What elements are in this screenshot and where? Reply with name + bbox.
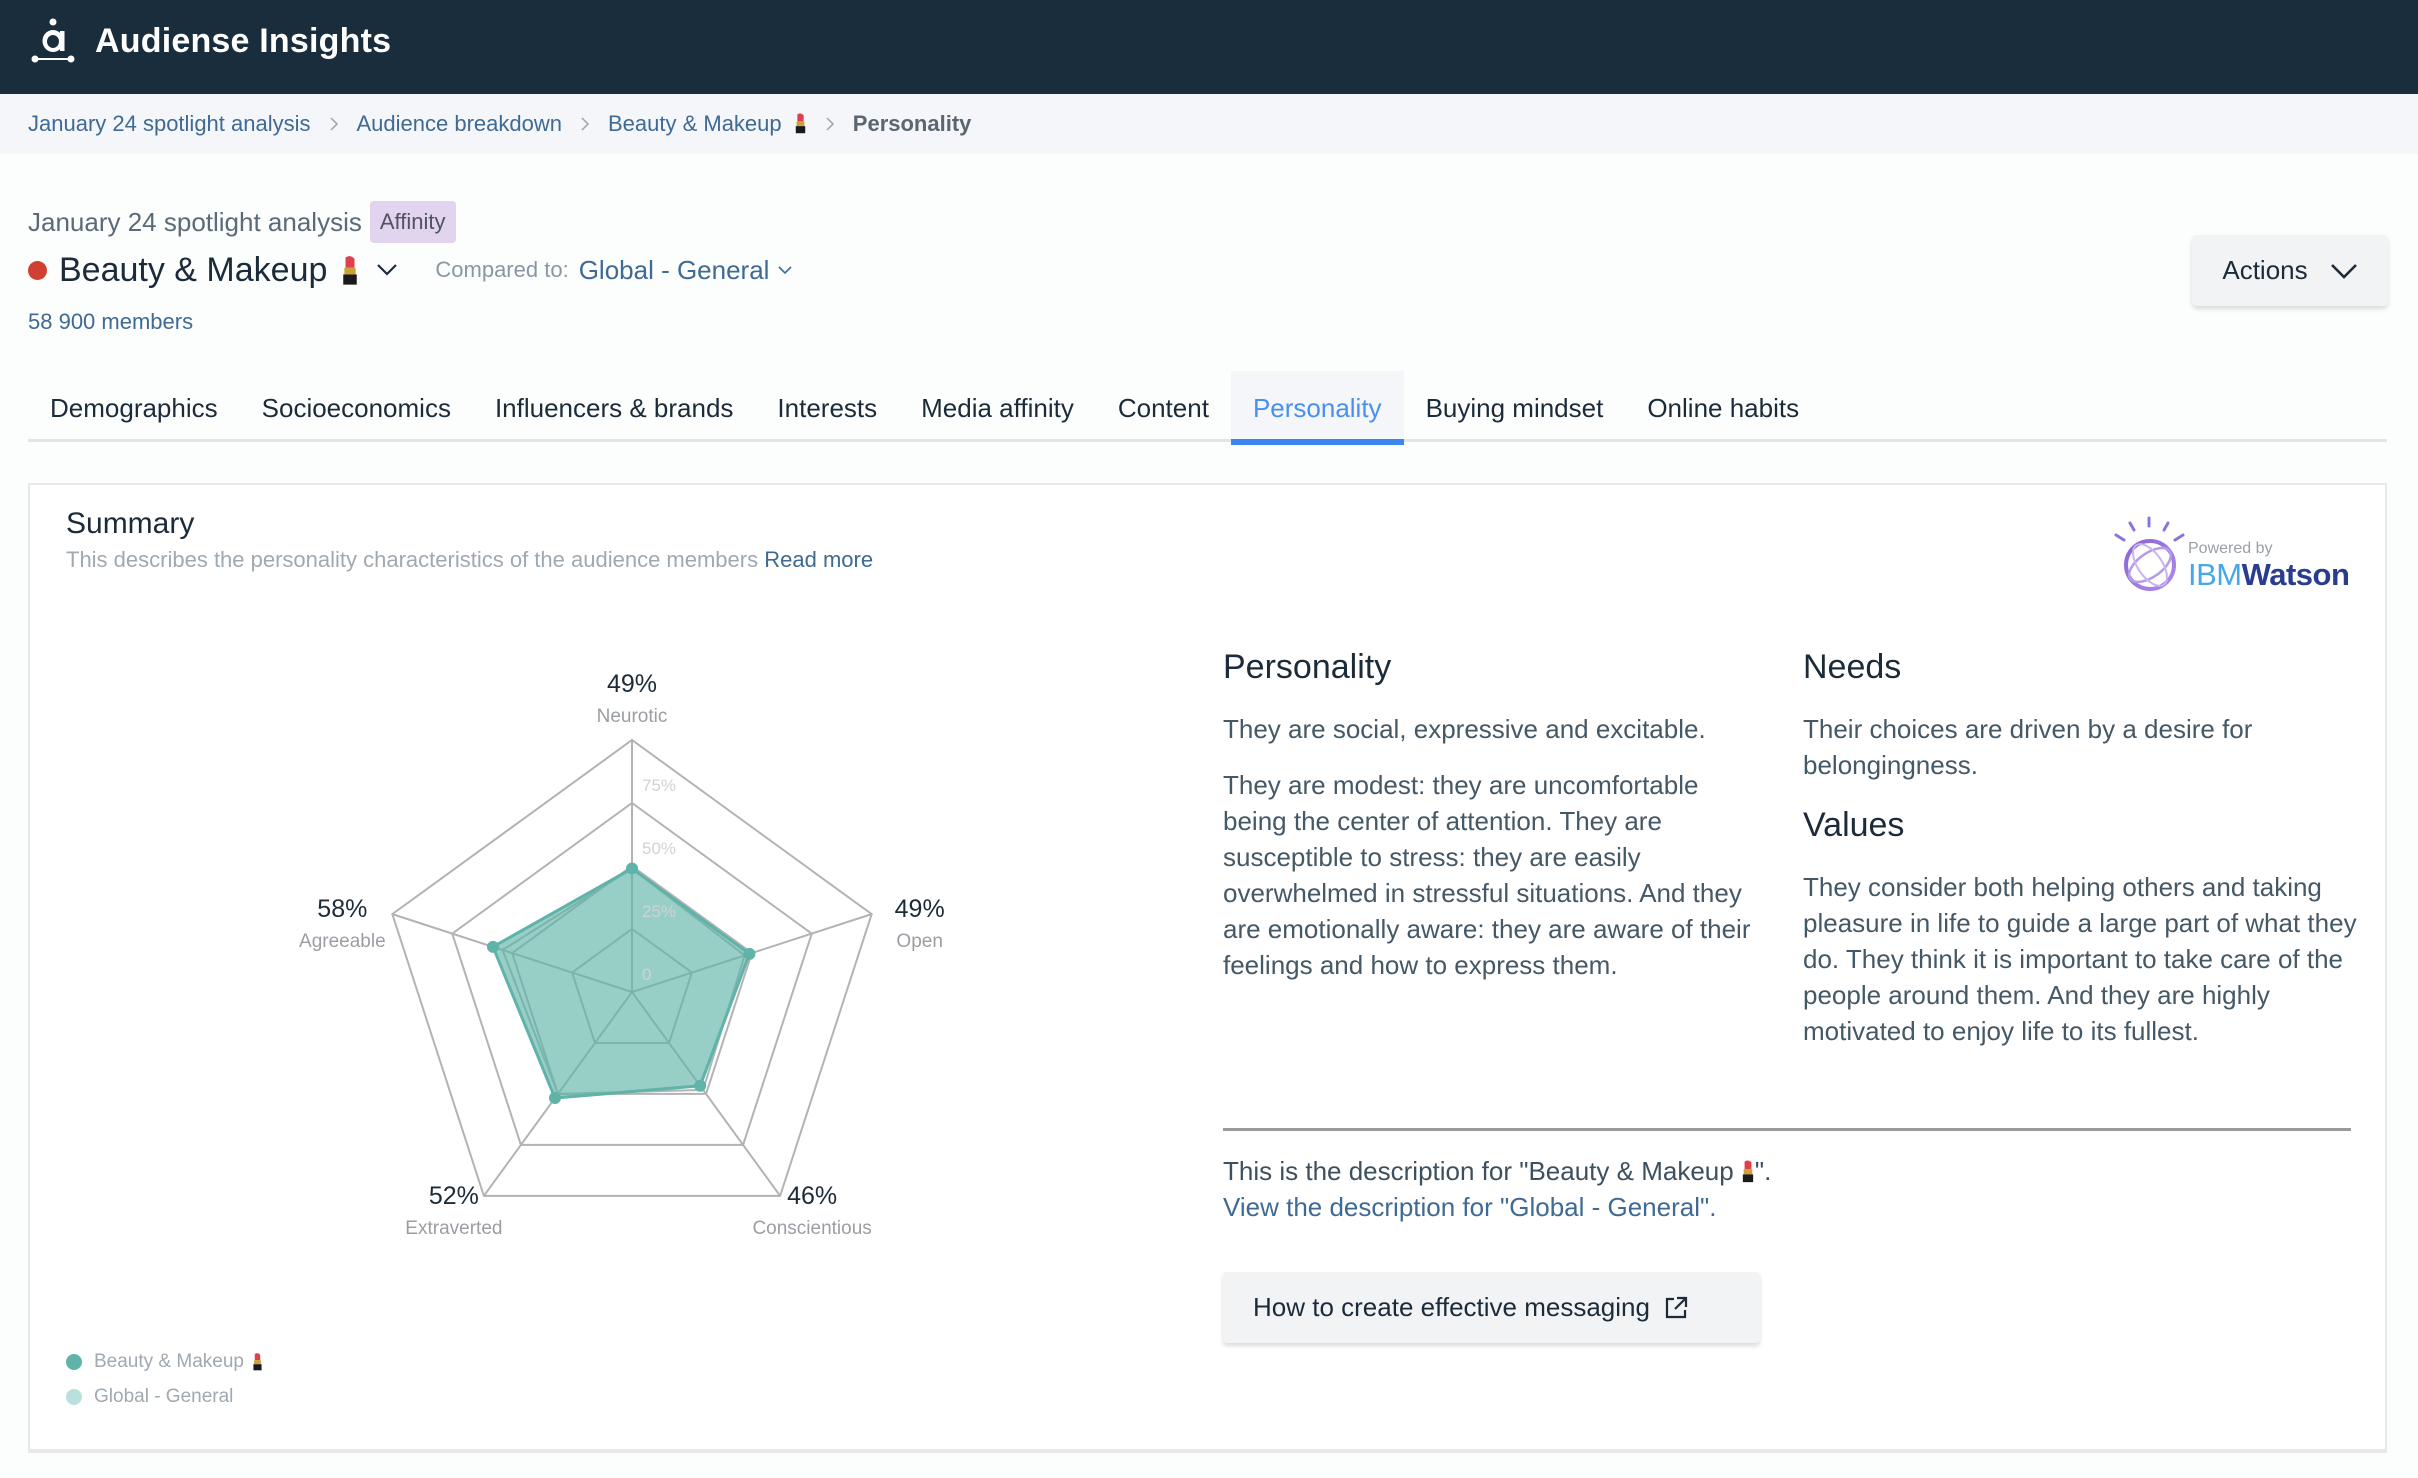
needs-body: Their choices are driven by a desire for… xyxy=(1803,714,2253,780)
values-body: They consider both helping others and ta… xyxy=(1803,872,2357,1046)
compared-to-value: Global - General xyxy=(578,254,770,285)
summary-card: Summary This describes the personality c… xyxy=(28,483,2387,1453)
radar-data-point xyxy=(548,1092,561,1105)
tab-media-affinity[interactable]: Media affinity xyxy=(899,371,1096,445)
radar-ring-label: 25% xyxy=(642,902,676,921)
analysis-name-text: January 24 spotlight analysis xyxy=(28,206,362,237)
radar-axis-label: Extraverted xyxy=(405,1218,502,1239)
radar-value-label: 46% xyxy=(787,1182,837,1210)
legend-dot-global-general xyxy=(66,1388,82,1405)
lipstick-icon xyxy=(1742,1160,1754,1183)
breadcrumb: January 24 spotlight analysis Audience b… xyxy=(0,94,2418,154)
chevron-right-icon xyxy=(329,115,339,133)
members-count: 58 900 members xyxy=(28,309,194,334)
legend-label: Beauty & Makeup xyxy=(94,1350,244,1372)
segment-color-dot xyxy=(28,260,47,280)
radar-data-point xyxy=(694,1079,707,1092)
lipstick-icon xyxy=(795,113,805,134)
view-global-description-link[interactable]: View the description for "Global - Gener… xyxy=(1223,1189,1716,1225)
personality-paragraph: They are social, expressive and excitabl… xyxy=(1223,714,1706,744)
needs-values-section: Needs Their choices are driven by a desi… xyxy=(1803,645,2363,1069)
legend-dot-beauty-makeup xyxy=(66,1353,82,1370)
radar-data-point xyxy=(486,940,499,953)
values-heading: Values xyxy=(1803,806,1905,844)
personality-section: Personality They are social, expressive … xyxy=(1223,645,1763,1003)
description-suffix: ". xyxy=(1754,1156,1772,1186)
chart-legend: Beauty & Makeup Global - General xyxy=(66,1344,263,1414)
radar-axis-label: Agreeable xyxy=(299,931,386,952)
app-title: Audiense Insights xyxy=(95,22,392,60)
segment-title-row: Beauty & Makeup Compared to: Global - Ge… xyxy=(28,246,793,294)
lipstick-icon xyxy=(343,256,358,285)
current-description-note: This is the description for "Beauty & Ma… xyxy=(1223,1153,1771,1189)
breadcrumb-segment[interactable]: Beauty & Makeup xyxy=(608,111,807,137)
tab-buying-mindset[interactable]: Buying mindset xyxy=(1404,371,1626,445)
chevron-down-icon xyxy=(2330,263,2357,279)
legend-item-global-general[interactable]: Global - General xyxy=(66,1379,263,1414)
actions-label: Actions xyxy=(2222,255,2308,285)
radar-axis-label: Neurotic xyxy=(597,706,668,727)
legend-item-beauty-makeup[interactable]: Beauty & Makeup xyxy=(66,1344,263,1379)
chevron-down-icon xyxy=(778,266,793,275)
chevron-right-icon xyxy=(825,115,835,133)
radar-data-point xyxy=(743,947,756,960)
tab-online-habits[interactable]: Online habits xyxy=(1625,371,1821,445)
personality-paragraph: They are modest: they are uncomfortable … xyxy=(1223,770,1751,980)
actions-button[interactable]: Actions xyxy=(2192,235,2388,306)
watson-ibm-text: IBM xyxy=(2188,557,2242,592)
segment-dropdown-chevron-icon[interactable] xyxy=(375,262,399,278)
radar-ring-label: 50% xyxy=(642,839,676,858)
description-prefix: This is the description for "Beauty & Ma… xyxy=(1223,1156,1741,1186)
watson-name-text: Watson xyxy=(2241,557,2350,592)
tab-content[interactable]: Content xyxy=(1096,371,1231,445)
effective-messaging-label: How to create effective messaging xyxy=(1253,1292,1650,1322)
watson-powered-by: Powered by xyxy=(2188,540,2273,557)
breadcrumb-audience-breakdown[interactable]: Audience breakdown xyxy=(357,111,562,137)
radar-value-label: 49% xyxy=(895,895,945,923)
watson-brand: IBMWatson xyxy=(2188,557,2350,593)
radar-axis-label: Open xyxy=(896,931,942,952)
effective-messaging-button[interactable]: How to create effective messaging xyxy=(1223,1272,1760,1343)
radar-value-label: 49% xyxy=(607,670,657,698)
ibm-watson-logo: Powered by IBMWatson xyxy=(2108,515,2358,597)
radar-ring-label: 75% xyxy=(642,776,676,795)
section-tabs: Demographics Socioeconomics Influencers … xyxy=(28,368,2387,445)
top-bar: Audiense Insights xyxy=(0,0,2418,94)
personality-radar-chart: 0 25% 50% 75% 49% Neurotic 49% Open 46% Conscient… xyxy=(299,670,945,1239)
radar-data-point xyxy=(626,862,638,875)
section-divider xyxy=(1223,1128,2351,1131)
lipstick-icon xyxy=(253,1353,262,1371)
tab-demographics[interactable]: Demographics xyxy=(28,371,240,445)
radar-value-label: 52% xyxy=(429,1182,479,1210)
tab-interests[interactable]: Interests xyxy=(755,371,899,445)
breadcrumb-analysis[interactable]: January 24 spotlight analysis xyxy=(28,111,311,137)
compared-to-dropdown[interactable]: Global - General xyxy=(579,255,794,286)
radar-value-label: 58% xyxy=(317,895,367,923)
tab-socioeconomics[interactable]: Socioeconomics xyxy=(240,371,473,445)
compared-to-label: Compared to: xyxy=(435,257,569,282)
tab-influencers-brands[interactable]: Influencers & brands xyxy=(473,371,755,445)
chevron-right-icon xyxy=(580,115,590,133)
radar-ring-label: 0 xyxy=(642,965,651,984)
external-link-icon xyxy=(1665,1296,1688,1318)
radar-axis-label: Conscientious xyxy=(752,1218,871,1239)
watson-globe-icon xyxy=(2114,516,2185,591)
segment-title: Beauty & Makeup xyxy=(59,250,328,289)
audiense-logo-icon[interactable] xyxy=(28,16,78,68)
personality-heading: Personality xyxy=(1223,648,1392,686)
breadcrumb-current: Personality xyxy=(852,111,972,136)
legend-label: Global - General xyxy=(94,1385,234,1407)
breadcrumb-segment-label: Beauty & Makeup xyxy=(607,111,782,136)
tab-personality[interactable]: Personality xyxy=(1230,371,1404,445)
needs-heading: Needs xyxy=(1803,648,1902,686)
affinity-badge: Affinity xyxy=(369,201,456,243)
analysis-name: January 24 spotlight analysis Affinity xyxy=(28,201,456,243)
